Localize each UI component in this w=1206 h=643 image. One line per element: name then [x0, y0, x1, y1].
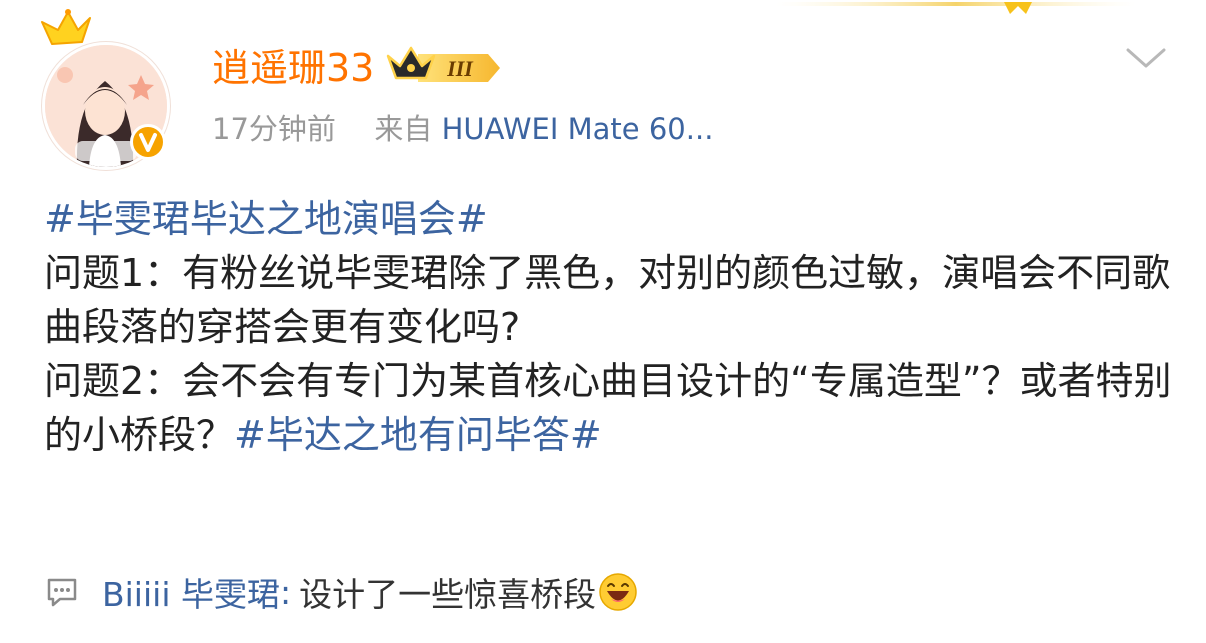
- comment-bubble-icon: [47, 578, 77, 607]
- chevron-down-icon[interactable]: [1124, 42, 1168, 72]
- post-content: #毕雯珺毕达之地演唱会# 问题1：有粉丝说毕雯珺除了黑色，对别的颜色过敏，演唱会…: [44, 192, 1184, 462]
- comment-separator: :: [279, 572, 292, 612]
- hashtag-link[interactable]: #毕雯珺毕达之地演唱会#: [44, 197, 488, 241]
- comment-text: 设计了一些惊喜桥段: [299, 575, 597, 614]
- laughing-emoji-icon: [599, 573, 637, 611]
- source-prefix: 来自: [374, 112, 433, 146]
- top-crown-decoration: [776, 2, 1136, 14]
- verified-v-icon: [130, 124, 166, 160]
- crown-level-icon[interactable]: III: [384, 42, 502, 94]
- crown-icon: [41, 9, 91, 45]
- post-meta: 17分钟前 来自 HUAWEI Mate 60...: [212, 108, 713, 150]
- comment-row[interactable]: Biiiii 毕雯珺 : 设计了一些惊喜桥段: [44, 564, 638, 620]
- user-header: 逍遥珊33 III: [212, 40, 502, 96]
- username[interactable]: 逍遥珊33: [212, 40, 374, 96]
- avatar[interactable]: [38, 8, 178, 170]
- question-1-text: 问题1：有粉丝说毕雯珺除了黑色，对别的颜色过敏，演唱会不同歌曲段落的穿搭会更有变…: [44, 251, 1171, 349]
- post-time: 17分钟前: [212, 112, 336, 146]
- comment-author[interactable]: Biiiii 毕雯珺: [102, 568, 280, 616]
- question-2-text: 问题2：会不会有专门为某首核心曲目设计的“专属造型”？或者特别的小桥段？: [44, 359, 1172, 457]
- hashtag-link-2[interactable]: #毕达之地有问毕答#: [234, 413, 602, 457]
- level-badge-text: III: [447, 56, 475, 81]
- post-source[interactable]: HUAWEI Mate 60...: [442, 112, 714, 146]
